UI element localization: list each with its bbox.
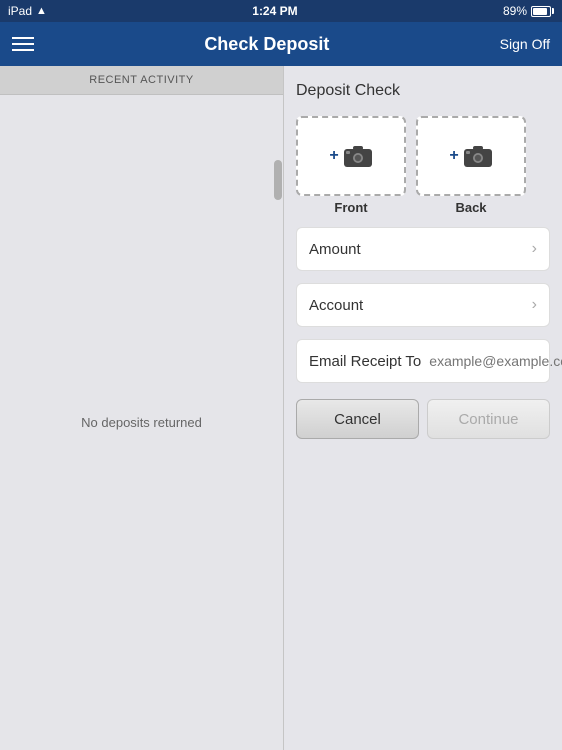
front-camera-box[interactable]: + bbox=[296, 116, 406, 196]
right-panel: Deposit Check + bbox=[284, 66, 562, 750]
email-input[interactable] bbox=[429, 353, 562, 369]
email-receipt-label: Email Receipt To bbox=[309, 353, 421, 370]
account-field[interactable]: Account › bbox=[296, 283, 550, 327]
status-left: iPad ▲ bbox=[8, 4, 47, 18]
amount-chevron-icon: › bbox=[532, 240, 537, 258]
back-camera-icon-group: + bbox=[449, 144, 492, 168]
continue-button[interactable]: Continue bbox=[427, 399, 550, 439]
deposit-check-title: Deposit Check bbox=[296, 82, 550, 100]
amount-field[interactable]: Amount › bbox=[296, 227, 550, 271]
main-layout: RECENT ACTIVITY No deposits returned Dep… bbox=[0, 66, 562, 750]
account-label: Account bbox=[309, 297, 363, 314]
device-label: iPad bbox=[8, 4, 32, 18]
battery-icon bbox=[531, 6, 554, 17]
button-row: Cancel Continue bbox=[296, 399, 550, 439]
hamburger-line-3 bbox=[12, 49, 34, 51]
front-camera-icon-group: + bbox=[329, 144, 372, 168]
hamburger-line-1 bbox=[12, 37, 34, 39]
front-label: Front bbox=[334, 200, 367, 215]
account-chevron-icon: › bbox=[532, 296, 537, 314]
wifi-icon: ▲ bbox=[36, 5, 47, 17]
amount-label: Amount bbox=[309, 241, 361, 258]
status-bar: iPad ▲ 1:24 PM 89% bbox=[0, 0, 562, 22]
back-capture-wrapper: + Back bbox=[416, 116, 526, 215]
back-camera-box[interactable]: + bbox=[416, 116, 526, 196]
back-plus-icon: + bbox=[449, 147, 458, 165]
left-panel: RECENT ACTIVITY No deposits returned bbox=[0, 66, 284, 750]
nav-bar: Check Deposit Sign Off bbox=[0, 22, 562, 66]
back-camera-svg bbox=[463, 144, 493, 168]
status-time: 1:24 PM bbox=[252, 4, 297, 18]
camera-row: + Front + bbox=[296, 116, 550, 215]
menu-button[interactable] bbox=[12, 37, 34, 51]
hamburger-line-2 bbox=[12, 43, 34, 45]
scroll-indicator bbox=[274, 160, 282, 200]
recent-activity-header: RECENT ACTIVITY bbox=[0, 66, 283, 95]
no-deposits-message: No deposits returned bbox=[0, 95, 283, 750]
page-title: Check Deposit bbox=[204, 34, 329, 55]
front-plus-icon: + bbox=[329, 147, 338, 165]
battery-percent: 89% bbox=[503, 4, 527, 18]
front-capture-wrapper: + Front bbox=[296, 116, 406, 215]
cancel-button[interactable]: Cancel bbox=[296, 399, 419, 439]
status-right: 89% bbox=[503, 4, 554, 18]
front-camera-svg bbox=[343, 144, 373, 168]
sign-off-button[interactable]: Sign Off bbox=[500, 36, 550, 52]
back-label: Back bbox=[455, 200, 486, 215]
email-field: Email Receipt To bbox=[296, 339, 550, 383]
